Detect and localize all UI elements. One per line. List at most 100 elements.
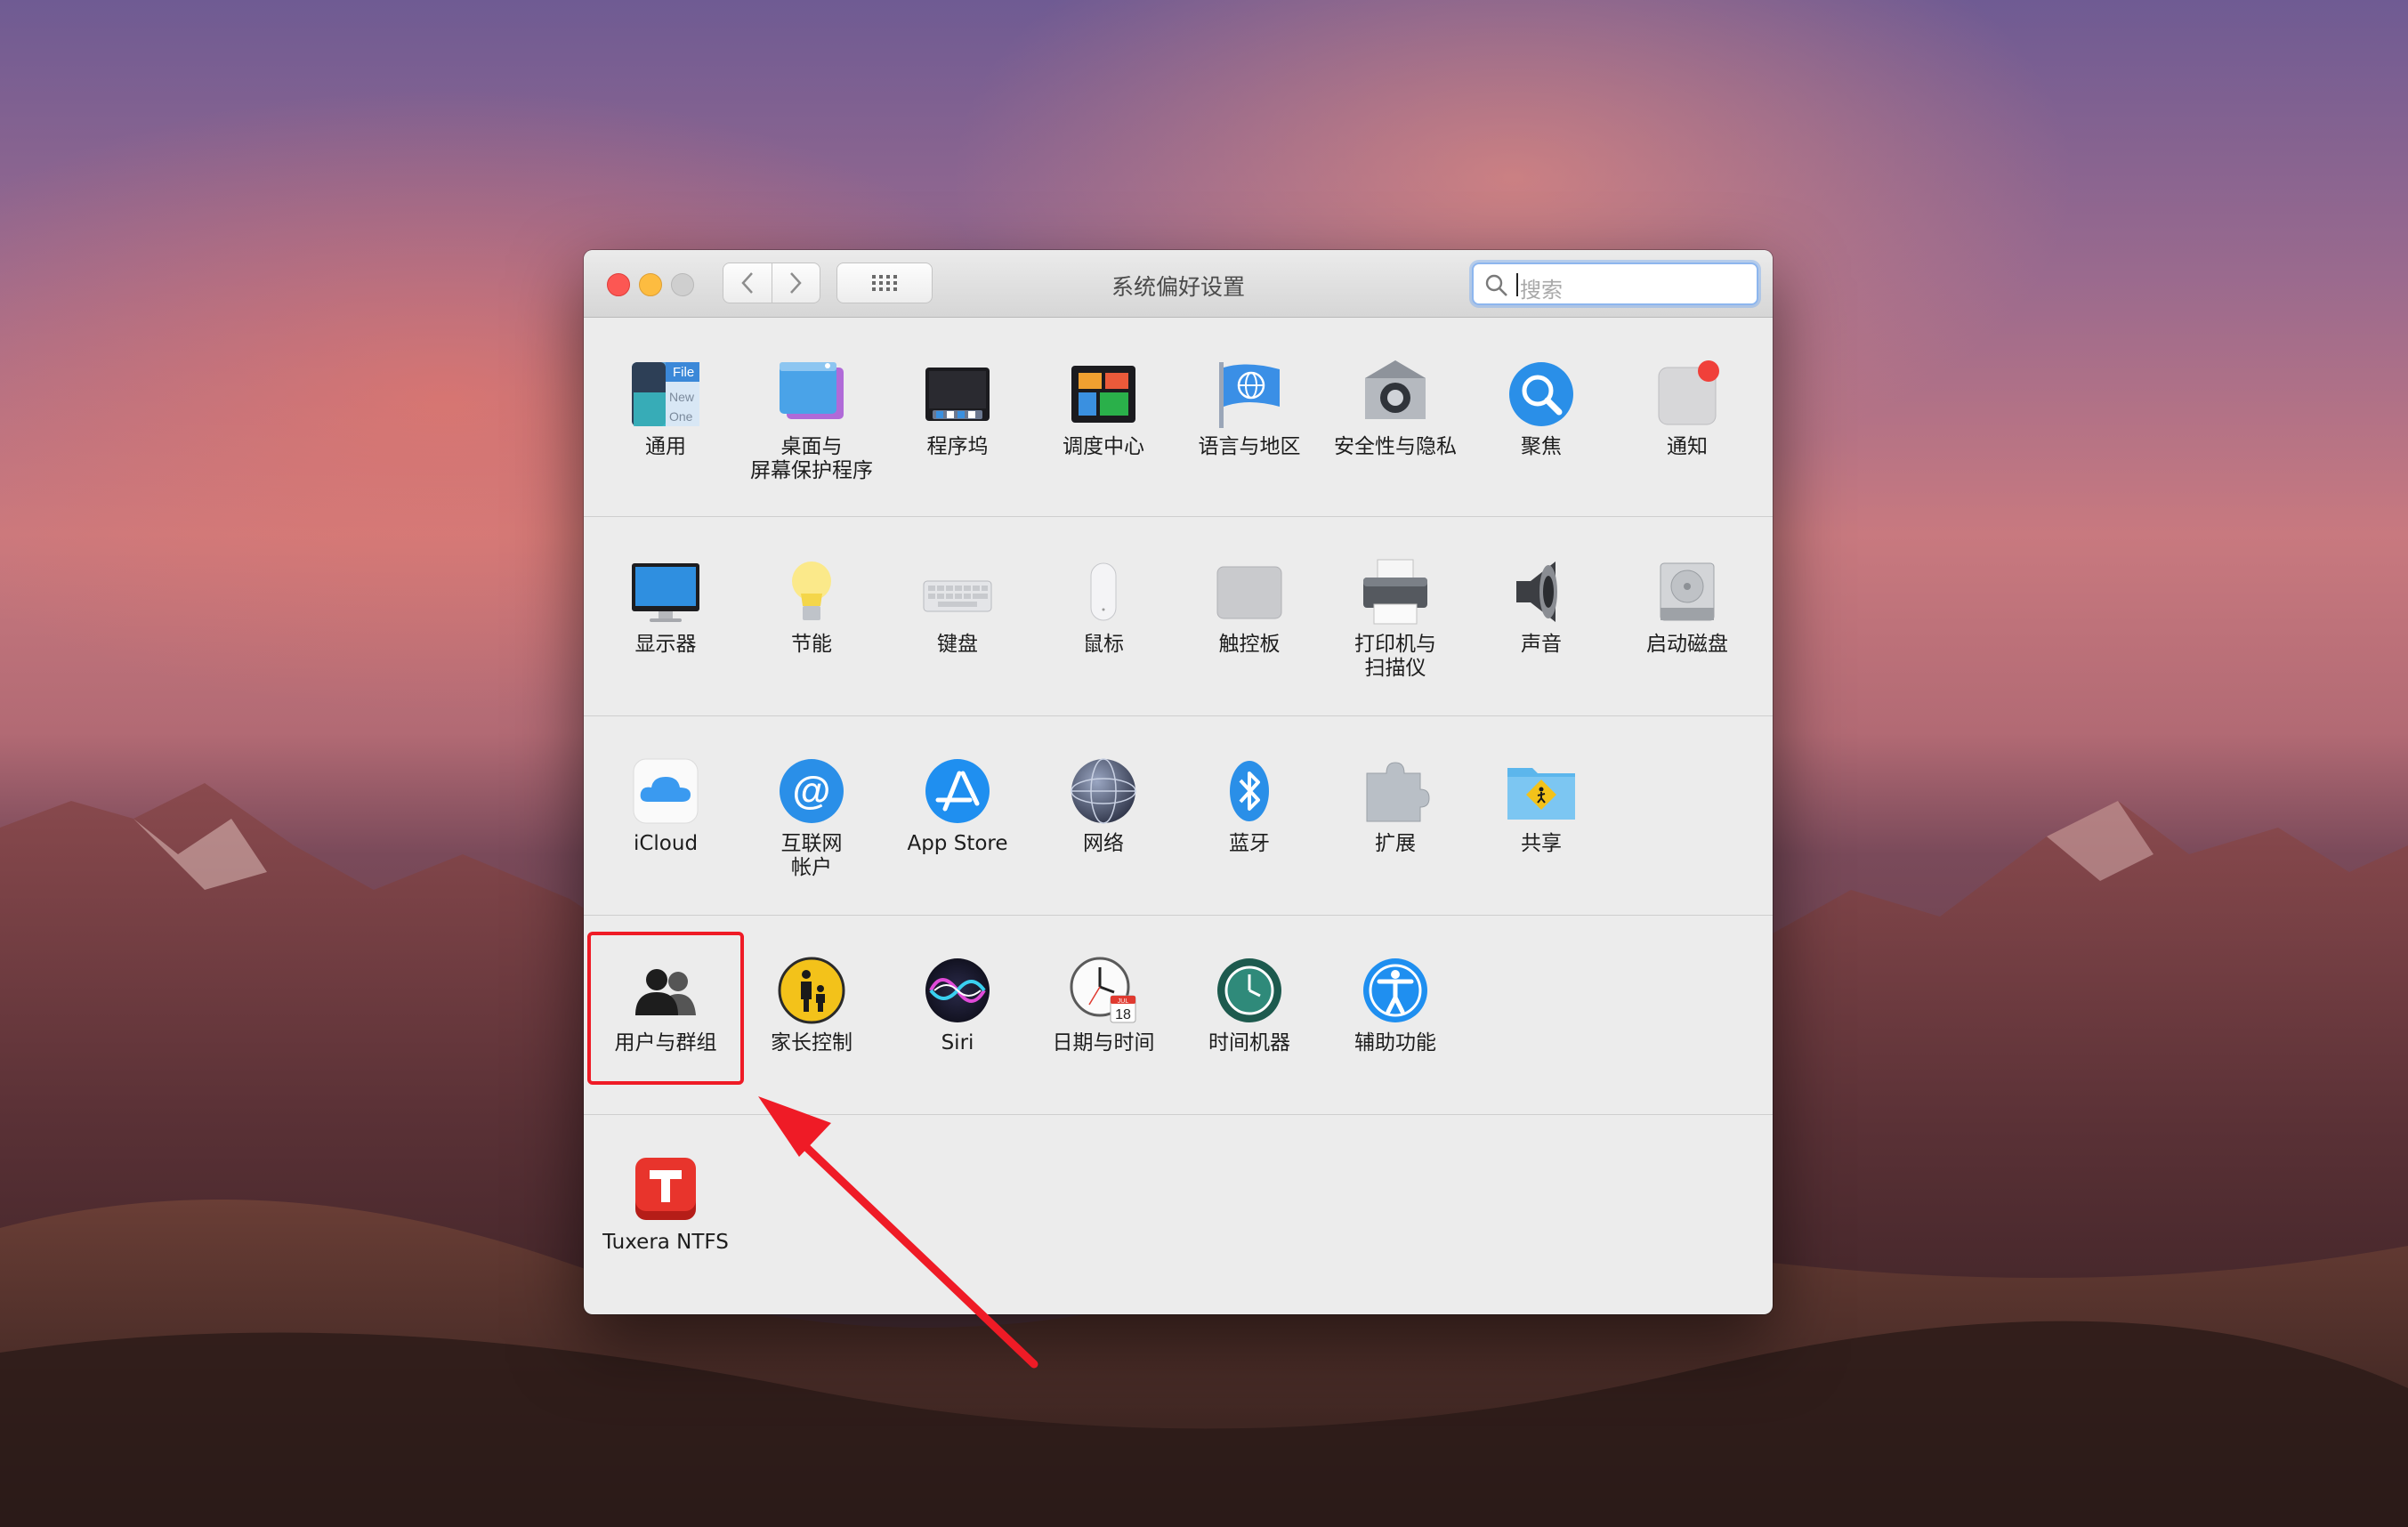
printers-scanners-icon [1358,554,1433,629]
section-internet-wireless: iCloud @ 互联网 帐户 App Store 网络 蓝牙 扩展 共享 [584,716,1773,916]
pref-label: 互联网 帐户 [780,832,843,879]
sharing-icon [1504,754,1579,828]
pref-icloud[interactable]: iCloud [593,754,739,856]
pref-security-privacy[interactable]: 安全性与隐私 [1322,357,1468,459]
security-privacy-icon [1358,357,1433,432]
parental-controls-icon [774,953,849,1028]
pref-network[interactable]: 网络 [1030,754,1176,856]
pref-label: 节能 [791,633,832,656]
pref-label: 声音 [1521,633,1562,656]
title-bar: 系统偏好设置 搜索 [584,250,1773,318]
system-preferences-window: 系统偏好设置 搜索 File New One 通用 桌面与 屏幕保护程序 程序坞… [584,250,1773,1314]
pref-notifications[interactable]: 通知 [1614,357,1760,459]
pref-energy-saver[interactable]: 节能 [739,554,885,657]
pref-label: 网络 [1083,832,1124,855]
pref-desktop-screensaver[interactable]: 桌面与 屏幕保护程序 [739,357,885,483]
pref-label: 共享 [1521,832,1562,855]
language-region-icon [1212,357,1287,432]
date-time-icon: JUL 18 [1066,953,1141,1028]
general-icon-new: New [669,390,695,404]
general-icon-one: One [669,409,693,424]
pref-date-time[interactable]: JUL 18 日期与时间 [1030,953,1176,1055]
accessibility-icon [1358,953,1433,1028]
pref-spotlight[interactable]: 聚焦 [1468,357,1614,459]
pref-label: 触控板 [1218,633,1281,656]
pref-startup-disk[interactable]: 启动磁盘 [1614,554,1760,657]
svg-text:@: @ [793,769,831,812]
pref-label: 显示器 [634,633,697,656]
pref-app-store[interactable]: App Store [885,754,1030,856]
search-field[interactable]: 搜索 [1472,263,1758,305]
pref-label: App Store [907,832,1008,855]
pref-label: 键盘 [937,633,978,656]
pref-label: 语言与地区 [1198,435,1301,458]
pref-label: 聚焦 [1521,435,1562,458]
search-placeholder: 搜索 [1520,278,1563,303]
general-icon: File New One [628,357,703,432]
pref-tuxera-ntfs[interactable]: Tuxera NTFS [593,1152,739,1255]
pref-siri[interactable]: Siri [885,953,1030,1055]
notifications-icon [1650,357,1725,432]
users-groups-icon [628,953,703,1028]
sound-icon [1504,554,1579,629]
app-store-icon [920,754,995,828]
calendar-day: 18 [1115,1007,1131,1022]
pref-mouse[interactable]: 鼠标 [1030,554,1176,657]
section-system: 用户与群组 家长控制 Siri JUL 18 日期与时间 时间机器 辅助功能 [584,916,1773,1115]
pref-accessibility[interactable]: 辅助功能 [1322,953,1468,1055]
pref-label: 鼠标 [1083,633,1124,656]
pref-printers-scanners[interactable]: 打印机与 扫描仪 [1322,554,1468,681]
pref-label: 调度中心 [1063,435,1144,458]
pref-sharing[interactable]: 共享 [1468,754,1614,856]
pref-displays[interactable]: 显示器 [593,554,739,657]
pref-mission-control[interactable]: 调度中心 [1030,357,1176,459]
keyboard-icon [920,554,995,629]
section-hardware: 显示器 节能 键盘 鼠标 触控板 打印机与 扫描仪 声音 启动磁盘 [584,517,1773,716]
pref-label: 通知 [1667,435,1708,458]
bluetooth-icon [1212,754,1287,828]
mission-control-icon [1066,357,1141,432]
pref-extensions[interactable]: 扩展 [1322,754,1468,856]
search-icon [1485,274,1507,296]
pref-label: Siri [941,1031,974,1054]
pref-label: 辅助功能 [1354,1031,1436,1054]
energy-saver-icon [774,554,849,629]
text-cursor [1516,273,1518,296]
displays-icon [628,554,703,629]
calendar-month: JUL [1118,998,1129,1005]
network-icon [1066,754,1141,828]
pref-keyboard[interactable]: 键盘 [885,554,1030,657]
pref-users-groups[interactable]: 用户与群组 [593,953,739,1055]
time-machine-icon [1212,953,1287,1028]
general-icon-file: File [673,365,694,380]
pref-label: iCloud [633,832,699,855]
section-personal: File New One 通用 桌面与 屏幕保护程序 程序坞 调度中心 语言与地… [584,318,1773,517]
pref-label: 安全性与隐私 [1334,435,1457,458]
tuxera-ntfs-icon [628,1152,703,1227]
pref-internet-accounts[interactable]: @ 互联网 帐户 [739,754,885,880]
pref-label: 日期与时间 [1052,1031,1155,1054]
icloud-icon [628,754,703,828]
pref-label: 桌面与 屏幕保护程序 [750,435,873,482]
pref-trackpad[interactable]: 触控板 [1176,554,1322,657]
pref-general[interactable]: File New One 通用 [593,357,739,459]
pref-label: Tuxera NTFS [602,1231,729,1254]
pref-label: 时间机器 [1208,1031,1290,1054]
pref-label: 用户与群组 [614,1031,717,1054]
pref-label: 蓝牙 [1229,832,1270,855]
dock-icon [920,357,995,432]
siri-icon [920,953,995,1028]
trackpad-icon [1212,554,1287,629]
pref-sound[interactable]: 声音 [1468,554,1614,657]
pref-dock[interactable]: 程序坞 [885,357,1030,459]
pref-bluetooth[interactable]: 蓝牙 [1176,754,1322,856]
pref-parental-controls[interactable]: 家长控制 [739,953,885,1055]
desktop-screensaver-icon [774,357,849,432]
pref-label: 程序坞 [926,435,989,458]
pref-time-machine[interactable]: 时间机器 [1176,953,1322,1055]
pref-label: 通用 [645,435,686,458]
pref-label: 家长控制 [771,1031,852,1054]
pref-language-region[interactable]: 语言与地区 [1176,357,1322,459]
pref-label: 打印机与 扫描仪 [1354,633,1436,680]
internet-accounts-icon: @ [774,754,849,828]
